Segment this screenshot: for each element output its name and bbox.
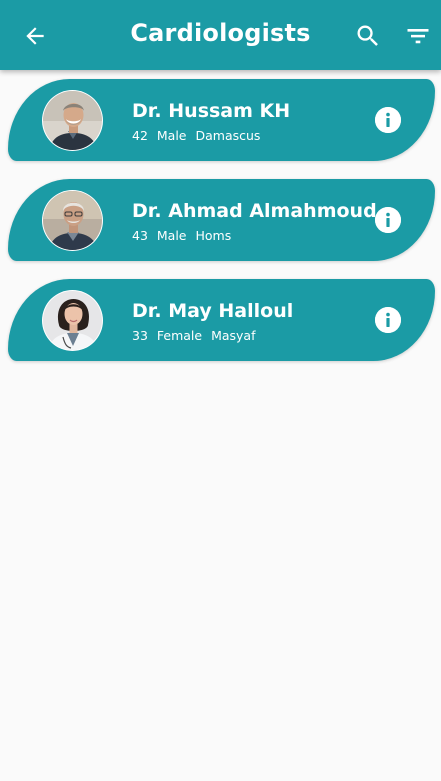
doctor-details: 33 Female Masyaf — [132, 328, 261, 343]
avatar — [42, 190, 103, 251]
doctor-card[interactable]: Dr. May Halloul 33 Female Masyaf — [8, 279, 435, 361]
doctor-photo — [43, 191, 102, 250]
filter-icon — [407, 29, 429, 44]
filter-button[interactable] — [401, 20, 435, 52]
doctor-gender: Female — [156, 328, 203, 343]
doctor-card[interactable]: Dr. Ahmad Almahmoud 43 Male Homs — [8, 179, 435, 261]
doctor-details: 43 Male Homs — [132, 228, 236, 243]
info-icon — [375, 307, 401, 333]
doctor-age: 43 — [132, 228, 148, 243]
avatar — [42, 90, 103, 151]
doctor-details: 42 Male Damascus — [132, 128, 265, 143]
app-bar: Cardiologists — [0, 0, 441, 70]
doctor-gender: Male — [156, 128, 187, 143]
doctor-gender: Male — [156, 228, 187, 243]
doctor-card[interactable]: Dr. Hussam KH 42 Male Damascus — [8, 79, 435, 161]
search-icon — [357, 25, 378, 46]
info-button[interactable] — [375, 307, 401, 333]
doctor-age: 33 — [132, 328, 148, 343]
app-screen: Cardiologists Dr. Hussam KH 42 Male Dama… — [0, 0, 441, 781]
info-icon — [375, 107, 401, 133]
doctor-name: Dr. Ahmad Almahmoud — [132, 200, 377, 222]
info-button[interactable] — [375, 207, 401, 233]
avatar — [42, 290, 103, 351]
info-button[interactable] — [375, 107, 401, 133]
doctor-city: Homs — [195, 228, 232, 243]
doctor-name: Dr. Hussam KH — [132, 100, 291, 122]
doctor-city: Damascus — [195, 128, 261, 143]
doctor-age: 42 — [132, 128, 148, 143]
doctor-city: Masyaf — [211, 328, 256, 343]
info-icon — [375, 207, 401, 233]
doctor-photo — [43, 291, 102, 350]
doctor-name: Dr. May Halloul — [132, 300, 294, 322]
doctor-photo — [43, 91, 102, 150]
search-button[interactable] — [352, 20, 384, 52]
